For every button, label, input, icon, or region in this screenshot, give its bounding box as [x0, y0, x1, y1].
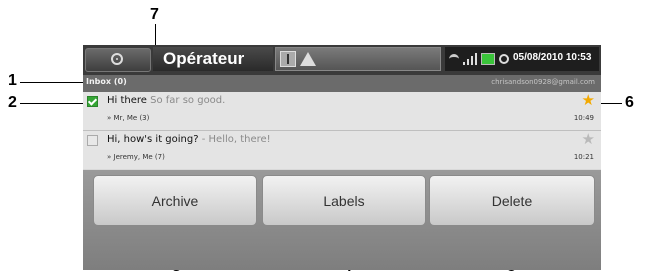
conversation-snippet: So far so good.: [150, 95, 226, 106]
battery-icon: [481, 53, 495, 65]
conversation-subject-line: Hi there So far so good.: [107, 95, 225, 106]
archive-button[interactable]: Archive: [93, 175, 257, 226]
conversation-time: 10:21: [573, 153, 594, 161]
account-bar: Inbox (0) chrisandson0928@gmail.com: [83, 75, 601, 92]
delete-button[interactable]: Delete: [429, 175, 595, 226]
system-status: 05/08/2010 10:53: [445, 47, 599, 71]
signal-icon: [463, 53, 477, 65]
conversation-time: 10:49: [573, 114, 594, 122]
conversation-row[interactable]: Hi there So far so good. » Mr, Me (3) ★ …: [83, 92, 601, 130]
carrier-label: Opérateur: [153, 47, 273, 71]
star-icon[interactable]: ★: [582, 93, 595, 108]
conversation-subject: Hi, how's it going?: [107, 134, 199, 145]
leader-line-1: [20, 82, 86, 83]
select-checkbox[interactable]: [87, 135, 98, 146]
callout-2: 2: [8, 94, 17, 111]
leader-line-2: [20, 103, 86, 104]
warning-icon: [300, 52, 316, 66]
phone-screen: Opérateur 05/08/2010 10:53 Inbox (0) chr…: [83, 45, 601, 270]
status-bar: Opérateur 05/08/2010 10:53: [83, 45, 601, 75]
home-icon: [111, 53, 123, 65]
conversation-subject: Hi there: [107, 95, 147, 106]
status-datetime: 05/08/2010 10:53: [513, 52, 592, 63]
callout-1: 1: [8, 72, 17, 89]
folder-label: Inbox (0): [86, 77, 127, 86]
home-button[interactable]: [85, 48, 151, 72]
conversation-participants: » Jeremy, Me (7): [107, 153, 165, 161]
carrier-name: Opérateur: [163, 49, 245, 68]
conversation-subject-line: Hi, how's it going? - Hello, there!: [107, 134, 271, 145]
conversation-participants: » Mr, Me (3): [107, 114, 150, 122]
sync-icon: [499, 54, 509, 64]
account-email: chrisandson0928@gmail.com: [491, 78, 595, 86]
notification-area[interactable]: [275, 47, 441, 71]
conversation-snippet: - Hello, there!: [201, 134, 271, 145]
conversation-row[interactable]: Hi, how's it going? - Hello, there! » Je…: [83, 131, 601, 169]
action-bar: Archive Labels Delete: [83, 170, 601, 270]
star-icon[interactable]: ★: [582, 132, 595, 147]
labels-button[interactable]: Labels: [262, 175, 426, 226]
usb-icon: [280, 51, 296, 67]
callout-7: 7: [150, 6, 159, 23]
wifi-icon: [449, 54, 459, 64]
callout-6: 6: [625, 94, 634, 111]
select-checkbox[interactable]: [87, 96, 98, 107]
